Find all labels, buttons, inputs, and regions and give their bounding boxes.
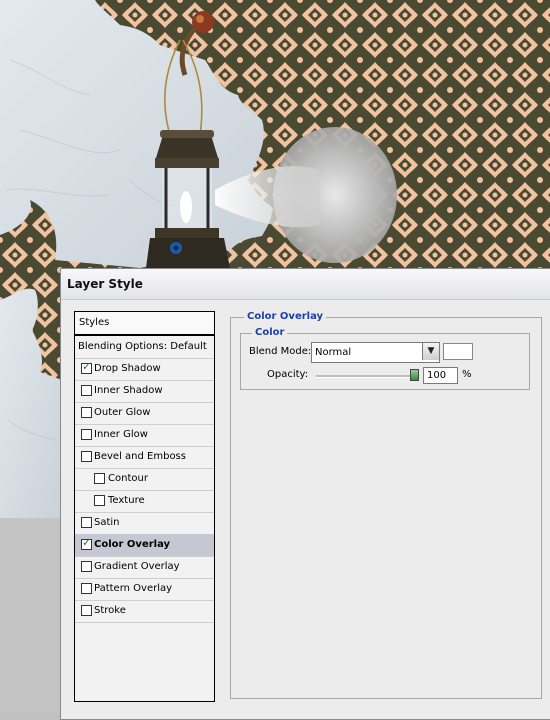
style-label: Stroke xyxy=(94,605,126,616)
stroke-checkbox[interactable] xyxy=(81,605,92,616)
opacity-label: Opacity: xyxy=(267,369,309,380)
contour-checkbox[interactable] xyxy=(94,473,105,484)
pattern-overlay-checkbox[interactable] xyxy=(81,583,92,594)
blending-options-label: Blending Options: Default xyxy=(78,341,207,352)
style-row-inner-glow[interactable]: Inner Glow xyxy=(75,424,214,447)
styles-header[interactable]: Styles xyxy=(74,311,215,335)
blend-mode-select[interactable]: Normal ▼ xyxy=(311,342,440,363)
style-row-texture[interactable]: Texture xyxy=(75,490,214,513)
style-label: Inner Glow xyxy=(94,429,148,440)
blend-mode-value: Normal xyxy=(315,347,352,358)
canvas-gray-area xyxy=(0,518,60,713)
style-label: Texture xyxy=(108,495,145,506)
style-label: Bevel and Emboss xyxy=(94,451,186,462)
style-row-satin[interactable]: Satin xyxy=(75,512,214,535)
layer-style-dialog: Layer Style Styles Blending Options: Def… xyxy=(60,268,550,720)
drop-shadow-checkbox[interactable] xyxy=(81,360,92,374)
opacity-slider-track[interactable] xyxy=(316,375,418,378)
style-row-pattern-overlay[interactable]: Pattern Overlay xyxy=(75,578,214,601)
style-label: Satin xyxy=(94,517,120,528)
opacity-value: 100 xyxy=(427,370,447,381)
color-overlay-checkbox[interactable] xyxy=(81,536,92,550)
styles-header-label: Styles xyxy=(79,317,110,328)
style-row-contour[interactable]: Contour xyxy=(75,468,214,491)
style-label: Inner Shadow xyxy=(94,385,163,396)
opacity-slider-handle[interactable] xyxy=(410,369,419,381)
outer-glow-checkbox[interactable] xyxy=(81,407,92,418)
style-row-gradient-overlay[interactable]: Gradient Overlay xyxy=(75,556,214,579)
texture-checkbox[interactable] xyxy=(94,495,105,506)
color-subgroup-title: Color xyxy=(252,327,288,338)
dialog-title: Layer Style xyxy=(67,277,143,291)
blending-options-row[interactable]: Blending Options: Default xyxy=(75,335,214,359)
style-row-color-overlay[interactable]: Color Overlay xyxy=(75,534,214,557)
style-label: Pattern Overlay xyxy=(94,583,173,594)
style-label: Drop Shadow xyxy=(94,363,161,374)
style-row-drop-shadow[interactable]: Drop Shadow xyxy=(75,358,214,381)
style-label: Color Overlay xyxy=(94,539,171,550)
color-overlay-settings: Color Overlay Color Blend Mode: Normal ▼… xyxy=(230,311,542,701)
style-label: Contour xyxy=(108,473,148,484)
overlay-color-swatch[interactable] xyxy=(443,343,473,360)
color-overlay-title: Color Overlay xyxy=(244,311,327,322)
styles-list-panel: Styles Blending Options: Default Drop Sh… xyxy=(74,311,215,702)
style-row-bevel-emboss[interactable]: Bevel and Emboss xyxy=(75,446,214,469)
style-row-stroke[interactable]: Stroke xyxy=(75,600,214,623)
satin-checkbox[interactable] xyxy=(81,517,92,528)
opacity-unit: % xyxy=(462,369,472,380)
dialog-titlebar[interactable]: Layer Style xyxy=(61,269,550,300)
style-label: Outer Glow xyxy=(94,407,151,418)
style-row-outer-glow[interactable]: Outer Glow xyxy=(75,402,214,425)
style-label: Gradient Overlay xyxy=(94,561,180,572)
inner-shadow-checkbox[interactable] xyxy=(81,385,92,396)
bevel-emboss-checkbox[interactable] xyxy=(81,451,92,462)
opacity-input[interactable]: 100 xyxy=(423,367,458,384)
blend-mode-label: Blend Mode: xyxy=(249,346,312,357)
style-row-inner-shadow[interactable]: Inner Shadow xyxy=(75,380,214,403)
chevron-down-icon[interactable]: ▼ xyxy=(422,343,439,360)
gradient-overlay-checkbox[interactable] xyxy=(81,561,92,572)
inner-glow-checkbox[interactable] xyxy=(81,429,92,440)
